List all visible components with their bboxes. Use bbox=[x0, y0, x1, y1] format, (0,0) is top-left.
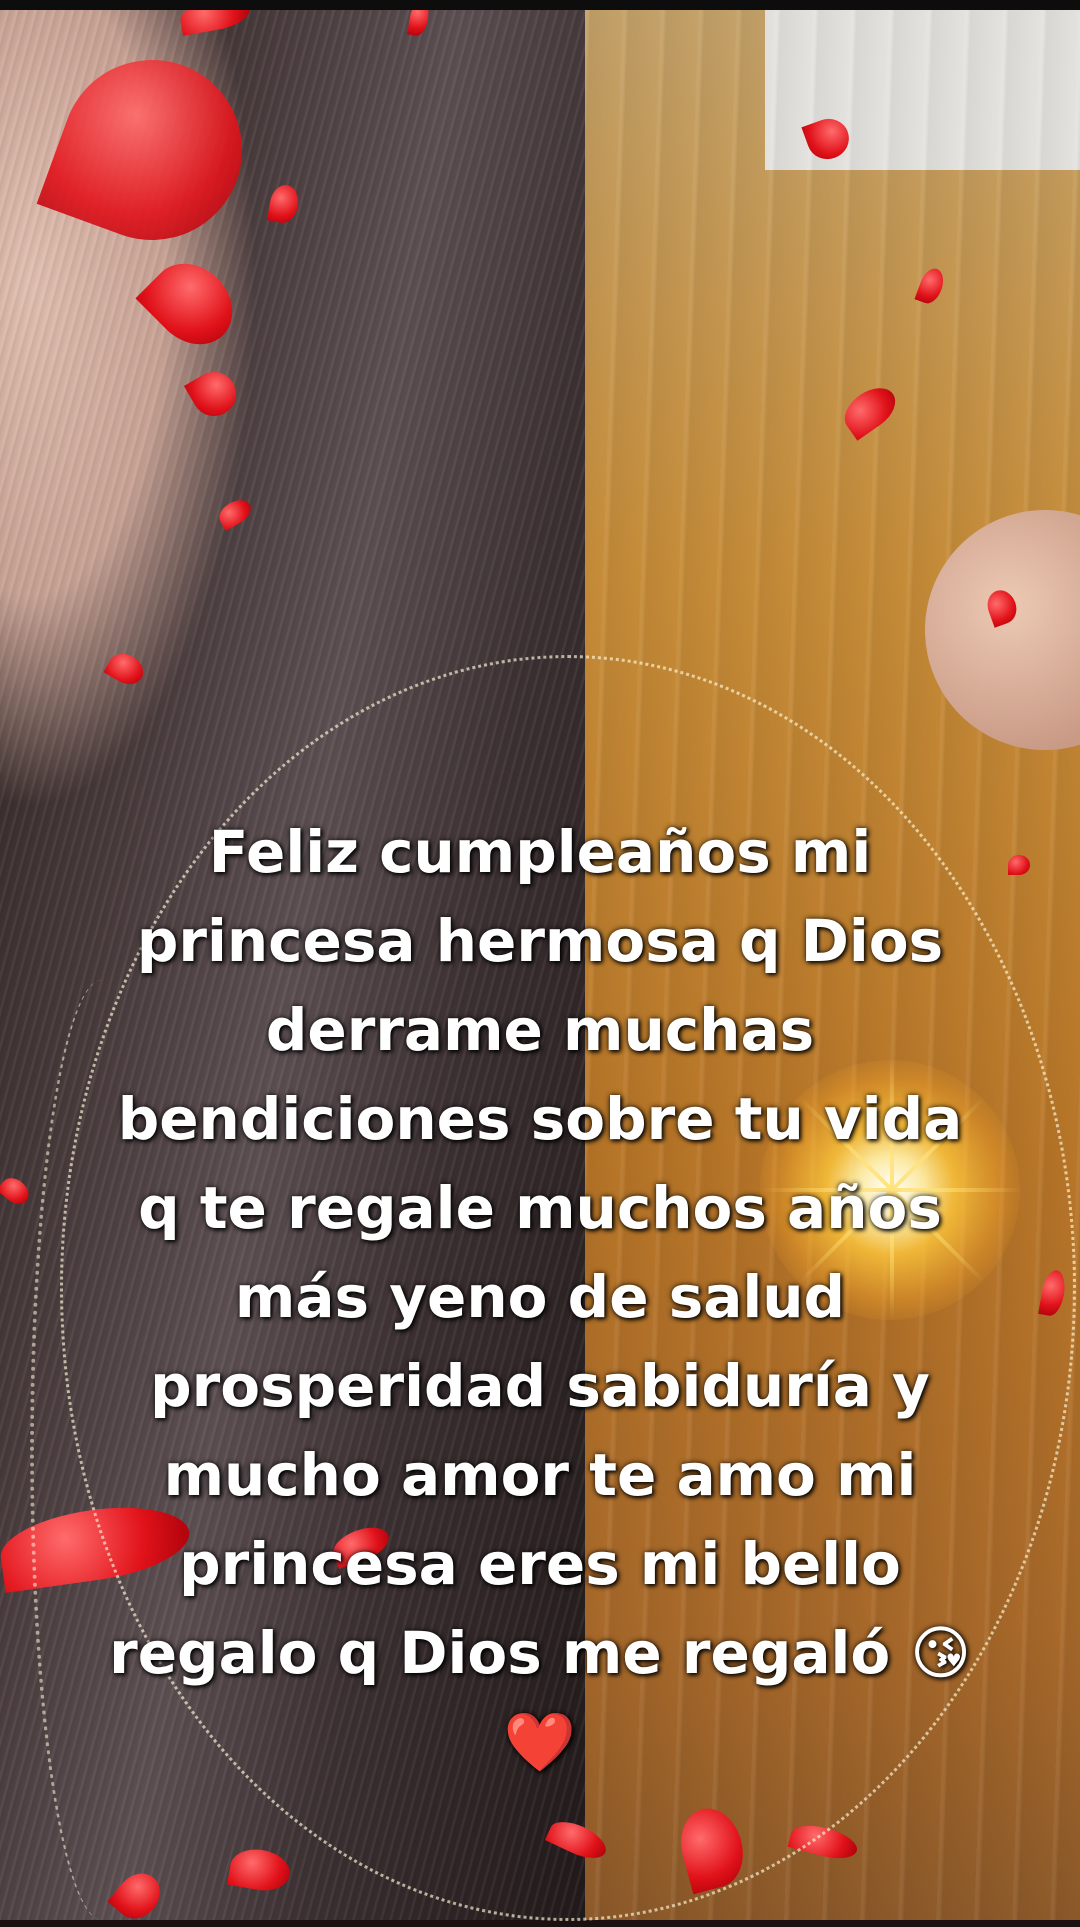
birthday-caption: Feliz cumpleaños mi princesa hermosa q D… bbox=[109, 818, 971, 1776]
rose-petal bbox=[1008, 855, 1030, 875]
top-status-strip bbox=[0, 0, 1080, 10]
